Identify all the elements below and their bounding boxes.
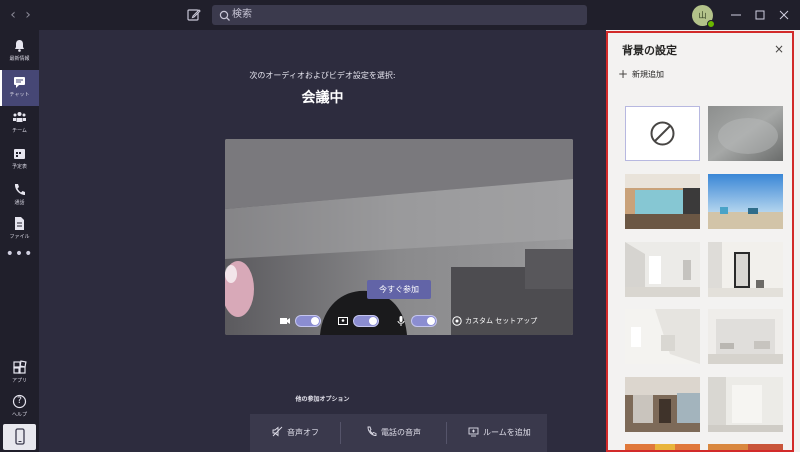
close-window-icon[interactable]: [776, 7, 792, 23]
phone-audio-icon: [367, 426, 377, 436]
background-option-beach[interactable]: [708, 174, 783, 229]
background-option-partial[interactable]: [708, 444, 783, 452]
rail-label: チーム: [12, 128, 27, 134]
join-now-button[interactable]: 今すぐ参加: [367, 280, 431, 299]
teams-icon: [13, 112, 26, 122]
camera-preview-image: [225, 139, 573, 335]
microphone-icon: [397, 316, 405, 326]
rail-item-calls[interactable]: 通話: [0, 178, 39, 214]
avatar[interactable]: 山: [692, 5, 715, 28]
background-option-white-room[interactable]: [625, 242, 700, 297]
speaker-off-icon: [272, 426, 283, 437]
phone-audio-label: 電話の音声: [381, 428, 421, 437]
panel-title: 背景の設定: [622, 44, 677, 57]
forward-arrow-icon[interactable]: ›: [21, 7, 35, 23]
mobile-device-button[interactable]: [3, 424, 36, 450]
background-blur-toggle[interactable]: [353, 315, 379, 327]
rail-label: アプリ: [11, 378, 27, 384]
background-option-blur[interactable]: [708, 106, 783, 161]
other-join-options-title: 他の参加オプション: [295, 396, 350, 403]
search-icon: [218, 8, 232, 22]
rail-item-calendar[interactable]: 予定表: [0, 142, 39, 178]
rail-label: 予定表: [11, 164, 27, 170]
add-new-background-button[interactable]: + 新規追加: [618, 68, 664, 81]
add-room-label: ルームを追加: [483, 428, 531, 437]
maximize-icon[interactable]: [752, 7, 768, 23]
rail-label: 最新情報: [9, 56, 30, 62]
compose-icon[interactable]: [186, 7, 202, 23]
chat-icon: [14, 77, 25, 88]
background-option-office[interactable]: [625, 174, 700, 229]
close-icon[interactable]: ×: [772, 42, 786, 56]
bell-icon: [15, 40, 24, 52]
apps-icon: [13, 360, 27, 374]
help-glyph: ?: [17, 396, 22, 406]
no-background-icon: [650, 121, 675, 146]
rail-label: ファイル: [9, 234, 30, 240]
search-bar[interactable]: 検索: [212, 5, 587, 25]
custom-setup-link[interactable]: カスタム セットアップ: [465, 316, 537, 326]
settings-gear-icon[interactable]: [451, 315, 463, 327]
avatar-initials: 山: [698, 11, 707, 20]
back-arrow-icon[interactable]: ‹: [6, 7, 20, 23]
status-available-icon: [707, 20, 715, 28]
background-option-loft[interactable]: [625, 377, 700, 432]
option-divider: [446, 422, 447, 444]
camera-toggle[interactable]: [295, 315, 321, 327]
audio-off-label: 音声オフ: [287, 428, 319, 437]
background-option-white-studio[interactable]: [708, 309, 783, 364]
room-icon: [468, 427, 479, 437]
background-option-white-room-mirror[interactable]: [708, 242, 783, 297]
plus-icon: +: [618, 67, 629, 81]
calendar-icon: [14, 149, 25, 159]
microphone-toggle[interactable]: [411, 315, 437, 327]
video-preview: 今すぐ参加 カスタム セットアップ: [225, 139, 573, 335]
rail-label: 通話: [14, 200, 25, 206]
rail-item-chat[interactable]: チャット: [0, 70, 39, 106]
camera-icon: [280, 318, 290, 324]
rail-item-files[interactable]: ファイル: [0, 212, 39, 248]
more-apps-icon[interactable]: •••: [0, 246, 39, 262]
device-controls: カスタム セットアップ: [225, 311, 573, 331]
add-new-label: 新規追加: [632, 70, 664, 79]
mobile-phone-icon: [15, 428, 25, 445]
rail-item-apps[interactable]: アプリ: [0, 356, 39, 392]
title-bar: ‹ › 検索 山: [0, 0, 800, 30]
audio-off-option[interactable]: 音声オフ: [272, 426, 319, 439]
background-blur-icon: [338, 317, 348, 325]
rail-item-help[interactable]: ? ヘルプ: [0, 390, 39, 426]
app-rail: 最新情報 チャット チーム 予定表 通話 ファイル ••• アプリ ? ヘルプ: [0, 30, 39, 452]
option-divider: [340, 422, 341, 444]
file-icon: [15, 217, 24, 230]
pre-join-subtitle: 次のオーディオおよびビデオ設定を選択:: [249, 71, 396, 80]
background-option-partial[interactable]: [625, 444, 700, 452]
background-option-bright-room[interactable]: [625, 309, 700, 364]
add-room-option[interactable]: ルームを追加: [468, 426, 531, 439]
other-join-options: 音声オフ 電話の音声 ルームを追加: [250, 414, 547, 452]
rail-item-activity[interactable]: 最新情報: [0, 34, 39, 70]
rail-item-teams[interactable]: チーム: [0, 106, 39, 142]
meeting-title: 会議中: [301, 90, 344, 106]
pre-join-screen: 次のオーディオおよびビデオ設定を選択: 会議中 今すぐ参加 カスタム セットアッ…: [39, 30, 606, 452]
background-settings-panel: 背景の設定 × + 新規追加: [606, 30, 800, 452]
rail-label: チャット: [9, 92, 30, 98]
rail-label: ヘルプ: [11, 412, 27, 418]
search-placeholder: 検索: [232, 9, 252, 20]
background-option-plain-room[interactable]: [708, 377, 783, 432]
phone-icon: [14, 184, 25, 195]
phone-audio-option[interactable]: 電話の音声: [366, 426, 421, 439]
background-option-none[interactable]: [625, 106, 700, 161]
minimize-icon[interactable]: [728, 7, 744, 23]
